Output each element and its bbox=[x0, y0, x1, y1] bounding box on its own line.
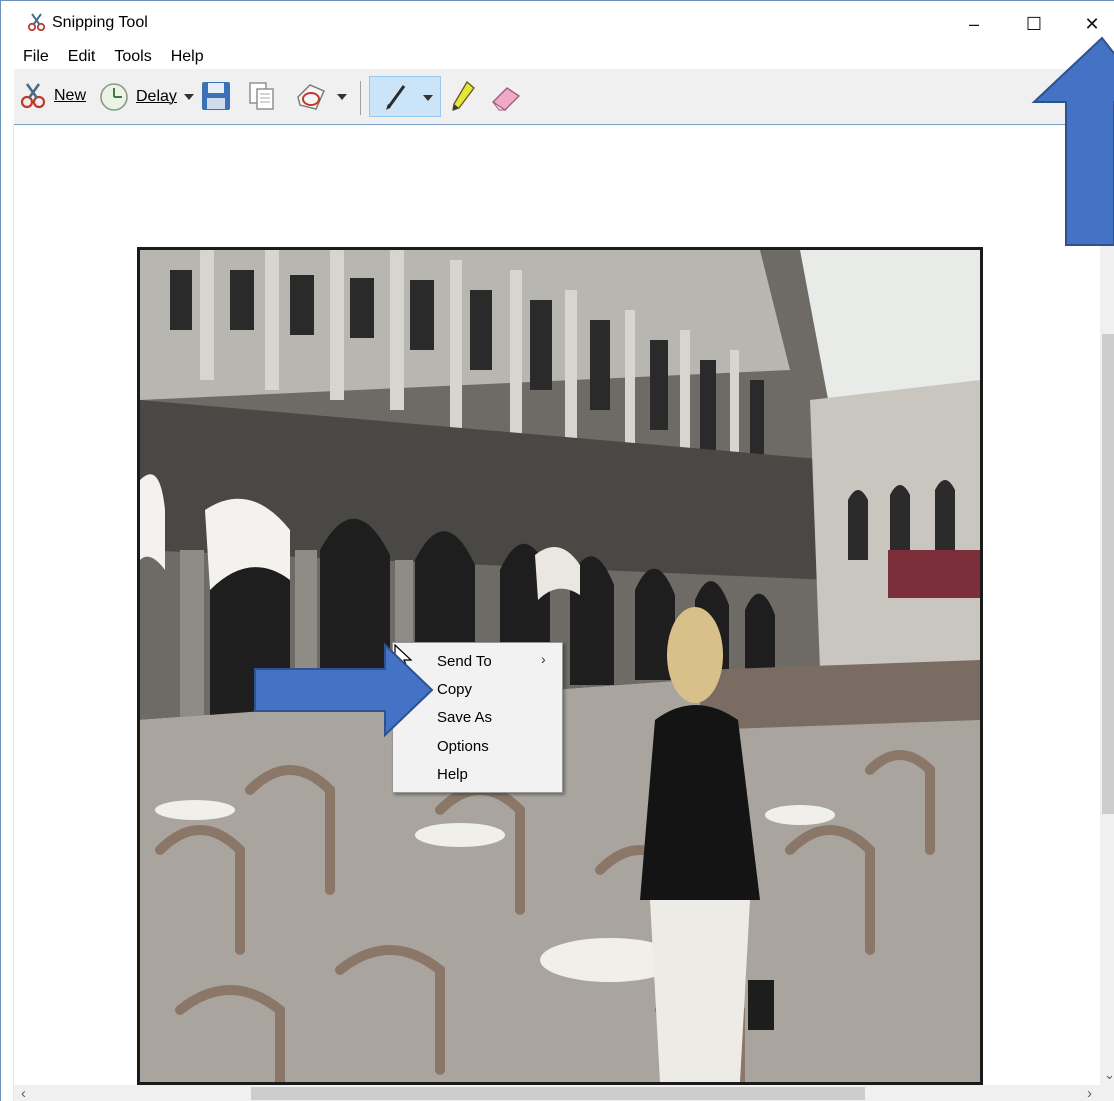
pen-icon bbox=[386, 85, 406, 110]
menu-file[interactable]: File bbox=[23, 48, 49, 66]
dropdown-arrow-icon bbox=[337, 94, 347, 100]
delay-label: Delay bbox=[136, 88, 177, 105]
close-button[interactable]: ✕ bbox=[1069, 7, 1114, 41]
window-left-edge bbox=[1, 125, 14, 1101]
title-bar: Snipping Tool – ☐ ✕ bbox=[1, 1, 1114, 45]
menu-item-copy[interactable]: Copy bbox=[437, 679, 472, 701]
menu-item-save-as[interactable]: Save As bbox=[437, 707, 492, 729]
scroll-left-arrow[interactable]: ‹ bbox=[21, 1085, 26, 1101]
dropdown-arrow-icon bbox=[183, 94, 194, 100]
window-title: Snipping Tool bbox=[52, 14, 148, 31]
vertical-scroll-thumb[interactable] bbox=[1102, 334, 1114, 814]
menu-tools[interactable]: Tools bbox=[114, 48, 151, 66]
new-button[interactable]: New bbox=[18, 81, 86, 111]
pen-button[interactable] bbox=[369, 76, 441, 117]
horizontal-scroll-thumb[interactable] bbox=[251, 1087, 865, 1100]
delay-button[interactable]: Delay bbox=[98, 81, 195, 113]
menu-edit[interactable]: Edit bbox=[68, 48, 96, 66]
highlighter-icon[interactable] bbox=[449, 80, 477, 114]
maximize-button[interactable]: ☐ bbox=[1011, 7, 1057, 41]
clock-icon bbox=[100, 83, 128, 111]
submenu-chevron-icon: › bbox=[541, 651, 546, 667]
minimize-button[interactable]: – bbox=[951, 7, 997, 41]
new-label: New bbox=[54, 87, 87, 104]
menu-item-send-to[interactable]: Send To bbox=[437, 651, 492, 673]
menu-item-help[interactable]: Help bbox=[437, 764, 468, 786]
dropdown-arrow-icon bbox=[423, 95, 433, 101]
snipping-tool-window: Snipping Tool – ☐ ✕ File Edit Tools Help… bbox=[0, 0, 1114, 1101]
mouse-cursor-icon bbox=[394, 644, 413, 672]
send-snip-button[interactable] bbox=[294, 81, 348, 113]
toolbar-separator bbox=[360, 81, 361, 115]
scroll-down-arrow[interactable]: ⌄ bbox=[1104, 1067, 1114, 1083]
scroll-right-arrow[interactable]: › bbox=[1087, 1085, 1092, 1101]
menu-help[interactable]: Help bbox=[171, 48, 204, 66]
scissors-icon bbox=[27, 13, 46, 32]
send-icon bbox=[297, 84, 325, 110]
save-icon[interactable] bbox=[200, 80, 232, 112]
toolbar: New Delay bbox=[14, 69, 1114, 125]
scissors-icon bbox=[20, 83, 46, 109]
eraser-icon[interactable] bbox=[489, 82, 523, 112]
menu-item-options[interactable]: Options bbox=[437, 736, 489, 758]
copy-icon[interactable] bbox=[247, 80, 277, 112]
menu-bar: File Edit Tools Help bbox=[1, 45, 1114, 69]
